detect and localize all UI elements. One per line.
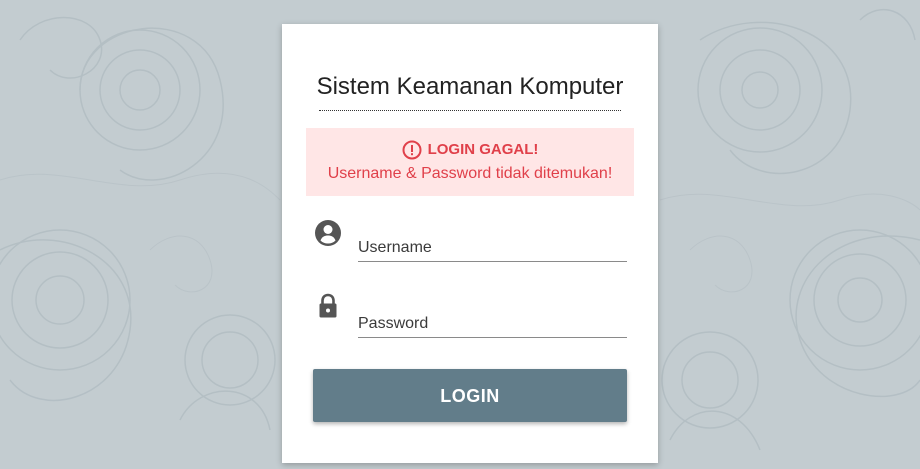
page-title: Sistem Keamanan Komputer: [316, 73, 624, 100]
title-divider: [319, 110, 621, 111]
error-alert-title: LOGIN GAGAL!: [427, 141, 539, 158]
password-field[interactable]: [358, 311, 627, 338]
error-alert-message: Username & Password tidak ditemukan!: [327, 165, 613, 182]
username-input[interactable]: [358, 235, 627, 261]
login-card: Sistem Keamanan Komputer LOGIN GAGAL! Us…: [282, 24, 658, 463]
login-button[interactable]: LOGIN: [313, 369, 627, 422]
error-alert-heading: LOGIN GAGAL!: [306, 140, 634, 160]
password-input[interactable]: [358, 311, 627, 337]
error-alert: LOGIN GAGAL! Username & Password tidak d…: [306, 128, 634, 196]
exclamation-circle-icon: [402, 140, 422, 160]
lock-icon: [319, 293, 337, 318]
account-circle-icon: [315, 220, 341, 246]
username-field[interactable]: [358, 235, 627, 262]
